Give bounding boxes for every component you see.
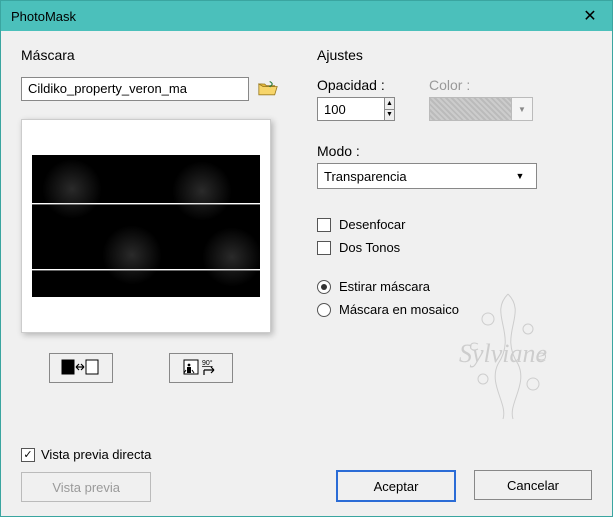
window-title: PhotoMask: [11, 9, 76, 24]
svg-text:90°: 90°: [202, 359, 213, 367]
close-button[interactable]: ✕: [568, 1, 612, 31]
titlebar: PhotoMask ✕: [1, 1, 612, 31]
mode-select[interactable]: Transparencia ▼: [317, 163, 537, 189]
browse-button[interactable]: [255, 77, 281, 101]
mask-preview-image: [32, 155, 260, 297]
chevron-down-icon: ▼: [510, 171, 530, 181]
checkbox-icon: [21, 448, 35, 462]
color-dropdown-button: ▼: [511, 98, 532, 120]
color-picker: ▼: [429, 97, 533, 121]
color-swatch: [430, 98, 511, 120]
photomask-dialog: PhotoMask ✕ Máscara Cildiko_property_ver…: [0, 0, 613, 517]
checkbox-icon: [317, 241, 331, 255]
mode-label: Modo :: [317, 143, 592, 159]
preview-button: Vista previa: [21, 472, 151, 502]
opacity-spinner[interactable]: ▲ ▼: [317, 97, 395, 121]
duotone-label: Dos Tonos: [339, 240, 400, 255]
mask-path-field[interactable]: Cildiko_property_veron_ma: [21, 77, 249, 101]
stretch-mask-radio[interactable]: Estirar máscara: [317, 279, 592, 294]
rotate-90-icon: 90°: [180, 357, 222, 380]
opacity-down-button[interactable]: ▼: [385, 110, 394, 121]
rotate-mask-button[interactable]: 90°: [169, 353, 233, 383]
invert-mask-button[interactable]: [49, 353, 113, 383]
mosaic-label: Máscara en mosaico: [339, 302, 459, 317]
opacity-up-button[interactable]: ▲: [385, 98, 394, 110]
opacity-label: Opacidad :: [317, 77, 395, 93]
duotone-checkbox[interactable]: Dos Tonos: [317, 240, 592, 255]
close-icon: ✕: [583, 6, 596, 26]
mosaic-mask-radio[interactable]: Máscara en mosaico: [317, 302, 592, 317]
opacity-input[interactable]: [318, 98, 384, 120]
mask-preview: [21, 119, 271, 333]
color-label: Color :: [429, 77, 533, 93]
adjust-group-label: Ajustes: [317, 47, 592, 63]
invert-icon: [60, 357, 102, 380]
radio-icon: [317, 303, 331, 317]
ok-button[interactable]: Aceptar: [336, 470, 456, 502]
folder-open-icon: [258, 81, 278, 97]
checkbox-icon: [317, 218, 331, 232]
radio-icon: [317, 280, 331, 294]
stretch-label: Estirar máscara: [339, 279, 430, 294]
mask-group-label: Máscara: [21, 47, 281, 63]
mode-value: Transparencia: [324, 169, 407, 184]
blur-label: Desenfocar: [339, 217, 405, 232]
direct-preview-checkbox[interactable]: Vista previa directa: [21, 447, 151, 462]
cancel-button[interactable]: Cancelar: [474, 470, 592, 500]
direct-preview-label: Vista previa directa: [41, 447, 151, 462]
blur-checkbox[interactable]: Desenfocar: [317, 217, 592, 232]
